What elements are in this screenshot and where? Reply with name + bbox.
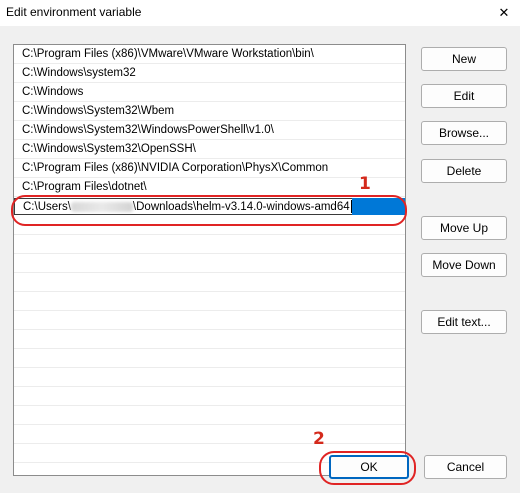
annotation-step-2: 2	[313, 429, 325, 449]
list-item[interactable]: C:\Program Files\dotnet\	[14, 178, 405, 197]
delete-button[interactable]: Delete	[421, 159, 507, 183]
list-item[interactable]: C:\Windows	[14, 83, 405, 102]
list-item-empty[interactable]	[14, 368, 405, 387]
list-item[interactable]: C:\Windows\System32\Wbem	[14, 102, 405, 121]
list-item-empty[interactable]	[14, 330, 405, 349]
list-item-editing[interactable]: C:\Users\ \Downloads\helm-v3.14.0-windows…	[14, 197, 405, 216]
path-prefix: C:\Users\	[23, 201, 71, 213]
list-item-empty[interactable]	[14, 235, 405, 254]
list-item[interactable]: C:\Program Files (x86)\NVIDIA Corporatio…	[14, 159, 405, 178]
path-edit-text[interactable]: C:\Users\ \Downloads\helm-v3.14.0-windows…	[14, 198, 352, 215]
list-item[interactable]: C:\Windows\System32\OpenSSH\	[14, 140, 405, 159]
window-title: Edit environment variable	[6, 5, 142, 19]
annotation-step-1: 1	[359, 174, 371, 194]
list-item[interactable]: C:\Windows\System32\WindowsPowerShell\v1…	[14, 121, 405, 140]
list-item-empty[interactable]	[14, 387, 405, 406]
cancel-button[interactable]: Cancel	[424, 455, 507, 479]
edit-text-button[interactable]: Edit text...	[421, 310, 507, 334]
selection-highlight	[351, 198, 405, 215]
edit-button[interactable]: Edit	[421, 84, 507, 108]
move-down-button[interactable]: Move Down	[421, 253, 507, 277]
list-item-empty[interactable]	[14, 292, 405, 311]
path-suffix: \Downloads\helm-v3.14.0-windows-amd64	[132, 201, 350, 213]
list-item[interactable]: C:\Windows\system32	[14, 64, 405, 83]
list-item-empty[interactable]	[14, 425, 405, 444]
list-item-empty[interactable]	[14, 273, 405, 292]
redacted-username	[70, 201, 133, 212]
list-item-empty[interactable]	[14, 216, 405, 235]
list-item-empty[interactable]	[14, 349, 405, 368]
list-item[interactable]: C:\Program Files (x86)\VMware\VMware Wor…	[14, 45, 405, 64]
close-button[interactable]: ✕	[488, 0, 520, 26]
move-up-button[interactable]: Move Up	[421, 216, 507, 240]
path-edit-field[interactable]: C:\Users\ \Downloads\helm-v3.14.0-windows…	[14, 197, 405, 216]
list-item-empty[interactable]	[14, 254, 405, 273]
close-icon: ✕	[498, 5, 510, 20]
path-list[interactable]: C:\Program Files (x86)\VMware\VMware Wor…	[13, 44, 406, 476]
title-bar: Edit environment variable ✕	[0, 0, 520, 26]
new-button[interactable]: New	[421, 47, 507, 71]
ok-button[interactable]: OK	[329, 455, 409, 479]
browse-button[interactable]: Browse...	[421, 121, 507, 145]
list-item-empty[interactable]	[14, 311, 405, 330]
list-item-empty[interactable]	[14, 406, 405, 425]
